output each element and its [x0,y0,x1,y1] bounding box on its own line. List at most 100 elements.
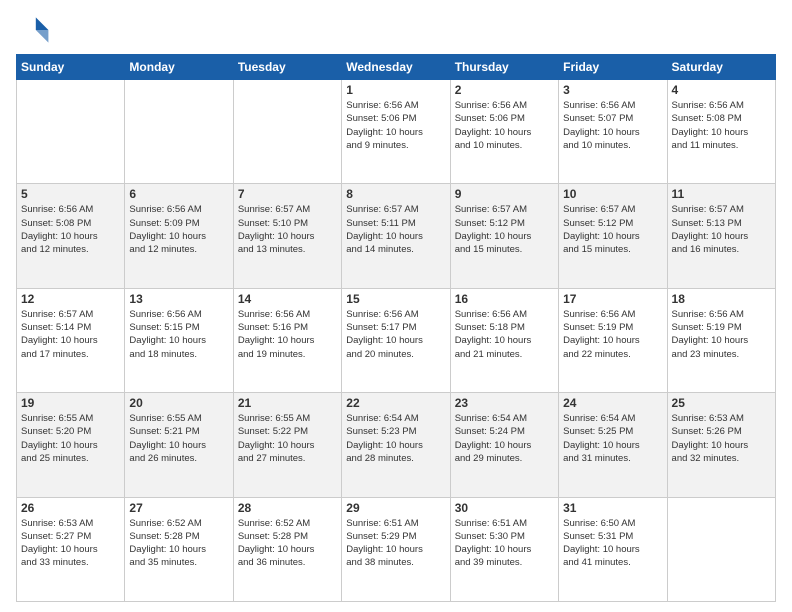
calendar-cell: 17Sunrise: 6:56 AM Sunset: 5:19 PM Dayli… [559,288,667,392]
day-number: 3 [563,83,662,97]
logo [16,12,56,48]
calendar-cell [125,80,233,184]
calendar-cell: 4 Sunrise: 6:56 AM Sunset: 5:08 PM Daylig… [667,80,775,184]
calendar-cell: 29 Sunrise: 6:51 AM Sunset: 5:29 PM Dayli… [342,497,450,601]
calendar-day-header: Monday [125,55,233,80]
calendar-table: SundayMondayTuesdayWednesdayThursdayFrid… [16,54,776,602]
day-number: 22 [346,396,445,410]
calendar-cell: 11 Sunrise: 6:57 AM Sunset: 5:13 PM Dayli… [667,184,775,288]
calendar-day-header: Thursday [450,55,558,80]
day-info: Sunrise: 6:56 AM Sunset: 5:06 PM Dayligh… [346,99,445,152]
day-info: Sunrise: 6:57 AM Sunset: 5:11 PM Dayligh… [346,203,445,256]
calendar-cell [17,80,125,184]
calendar-cell: 10 Sunrise: 6:57 AM Sunset: 5:12 PM Dayli… [559,184,667,288]
day-number: 4 [672,83,771,97]
day-number: 20 [129,396,228,410]
day-info: Sunrise: 6:56 AM Sunset: 5:09 PM Dayligh… [129,203,228,256]
calendar-cell: 8 Sunrise: 6:57 AM Sunset: 5:11 PM Daylig… [342,184,450,288]
calendar-cell: 24 Sunrise: 6:54 AM Sunset: 5:25 PM Dayli… [559,393,667,497]
day-number: 24 [563,396,662,410]
day-number: 15 [346,292,445,306]
day-info: Sunrise: 6:54 AM Sunset: 5:25 PM Dayligh… [563,412,662,465]
day-number: 5 [21,187,120,201]
day-info: Sunrise: 6:57 AM Sunset: 5:14 PM Dayligh… [21,308,120,361]
calendar-cell: 23 Sunrise: 6:54 AM Sunset: 5:24 PM Dayli… [450,393,558,497]
day-info: Sunrise: 6:52 AM Sunset: 5:28 PM Dayligh… [129,517,228,570]
calendar-cell [233,80,341,184]
header [16,12,776,48]
calendar-cell: 31 Sunrise: 6:50 AM Sunset: 5:31 PM Dayli… [559,497,667,601]
calendar-cell: 6 Sunrise: 6:56 AM Sunset: 5:09 PM Daylig… [125,184,233,288]
day-number: 14 [238,292,337,306]
day-number: 12 [21,292,120,306]
day-info: Sunrise: 6:54 AM Sunset: 5:23 PM Dayligh… [346,412,445,465]
day-info: Sunrise: 6:56 AM Sunset: 5:18 PM Dayligh… [455,308,554,361]
calendar-cell: 22 Sunrise: 6:54 AM Sunset: 5:23 PM Dayli… [342,393,450,497]
day-number: 23 [455,396,554,410]
calendar-week-row: 19Sunrise: 6:55 AM Sunset: 5:20 PM Dayli… [17,393,776,497]
calendar-day-header: Wednesday [342,55,450,80]
logo-icon [16,12,52,48]
calendar-cell: 14 Sunrise: 6:56 AM Sunset: 5:16 PM Dayli… [233,288,341,392]
calendar-cell: 13Sunrise: 6:56 AM Sunset: 5:15 PM Dayli… [125,288,233,392]
day-number: 29 [346,501,445,515]
day-info: Sunrise: 6:50 AM Sunset: 5:31 PM Dayligh… [563,517,662,570]
day-info: Sunrise: 6:56 AM Sunset: 5:15 PM Dayligh… [129,308,228,361]
calendar-day-header: Sunday [17,55,125,80]
calendar-week-row: 12 Sunrise: 6:57 AM Sunset: 5:14 PM Dayli… [17,288,776,392]
day-number: 10 [563,187,662,201]
day-info: Sunrise: 6:55 AM Sunset: 5:22 PM Dayligh… [238,412,337,465]
day-info: Sunrise: 6:56 AM Sunset: 5:08 PM Dayligh… [672,99,771,152]
day-info: Sunrise: 6:55 AM Sunset: 5:21 PM Dayligh… [129,412,228,465]
calendar-cell: 7 Sunrise: 6:57 AM Sunset: 5:10 PM Daylig… [233,184,341,288]
day-info: Sunrise: 6:57 AM Sunset: 5:12 PM Dayligh… [455,203,554,256]
calendar-cell: 18Sunrise: 6:56 AM Sunset: 5:19 PM Dayli… [667,288,775,392]
day-info: Sunrise: 6:51 AM Sunset: 5:29 PM Dayligh… [346,517,445,570]
calendar-cell: 21 Sunrise: 6:55 AM Sunset: 5:22 PM Dayli… [233,393,341,497]
day-info: Sunrise: 6:57 AM Sunset: 5:12 PM Dayligh… [563,203,662,256]
day-number: 30 [455,501,554,515]
day-number: 6 [129,187,228,201]
page: SundayMondayTuesdayWednesdayThursdayFrid… [0,0,792,612]
calendar-day-header: Saturday [667,55,775,80]
day-info: Sunrise: 6:56 AM Sunset: 5:16 PM Dayligh… [238,308,337,361]
calendar-cell: 5Sunrise: 6:56 AM Sunset: 5:08 PM Daylig… [17,184,125,288]
calendar-day-header: Friday [559,55,667,80]
calendar-cell: 12 Sunrise: 6:57 AM Sunset: 5:14 PM Dayli… [17,288,125,392]
day-number: 31 [563,501,662,515]
day-info: Sunrise: 6:54 AM Sunset: 5:24 PM Dayligh… [455,412,554,465]
day-info: Sunrise: 6:56 AM Sunset: 5:19 PM Dayligh… [563,308,662,361]
calendar-week-row: 1 Sunrise: 6:56 AM Sunset: 5:06 PM Daylig… [17,80,776,184]
calendar-cell: 15 Sunrise: 6:56 AM Sunset: 5:17 PM Dayli… [342,288,450,392]
day-info: Sunrise: 6:53 AM Sunset: 5:26 PM Dayligh… [672,412,771,465]
day-info: Sunrise: 6:56 AM Sunset: 5:17 PM Dayligh… [346,308,445,361]
day-number: 1 [346,83,445,97]
calendar-week-row: 5Sunrise: 6:56 AM Sunset: 5:08 PM Daylig… [17,184,776,288]
day-number: 11 [672,187,771,201]
day-number: 8 [346,187,445,201]
calendar-cell: 9 Sunrise: 6:57 AM Sunset: 5:12 PM Daylig… [450,184,558,288]
day-info: Sunrise: 6:52 AM Sunset: 5:28 PM Dayligh… [238,517,337,570]
day-info: Sunrise: 6:51 AM Sunset: 5:30 PM Dayligh… [455,517,554,570]
day-info: Sunrise: 6:57 AM Sunset: 5:10 PM Dayligh… [238,203,337,256]
day-number: 7 [238,187,337,201]
day-info: Sunrise: 6:53 AM Sunset: 5:27 PM Dayligh… [21,517,120,570]
day-number: 16 [455,292,554,306]
calendar-cell: 1 Sunrise: 6:56 AM Sunset: 5:06 PM Daylig… [342,80,450,184]
day-number: 21 [238,396,337,410]
day-info: Sunrise: 6:55 AM Sunset: 5:20 PM Dayligh… [21,412,120,465]
calendar-cell: 25Sunrise: 6:53 AM Sunset: 5:26 PM Dayli… [667,393,775,497]
calendar-header-row: SundayMondayTuesdayWednesdayThursdayFrid… [17,55,776,80]
calendar-cell: 19Sunrise: 6:55 AM Sunset: 5:20 PM Dayli… [17,393,125,497]
day-info: Sunrise: 6:57 AM Sunset: 5:13 PM Dayligh… [672,203,771,256]
calendar-week-row: 26 Sunrise: 6:53 AM Sunset: 5:27 PM Dayli… [17,497,776,601]
day-number: 9 [455,187,554,201]
calendar-cell: 2Sunrise: 6:56 AM Sunset: 5:06 PM Daylig… [450,80,558,184]
calendar-cell: 20 Sunrise: 6:55 AM Sunset: 5:21 PM Dayli… [125,393,233,497]
calendar-cell [667,497,775,601]
calendar-cell: 16 Sunrise: 6:56 AM Sunset: 5:18 PM Dayli… [450,288,558,392]
calendar-cell: 26 Sunrise: 6:53 AM Sunset: 5:27 PM Dayli… [17,497,125,601]
day-number: 26 [21,501,120,515]
calendar-cell: 3Sunrise: 6:56 AM Sunset: 5:07 PM Daylig… [559,80,667,184]
day-number: 18 [672,292,771,306]
